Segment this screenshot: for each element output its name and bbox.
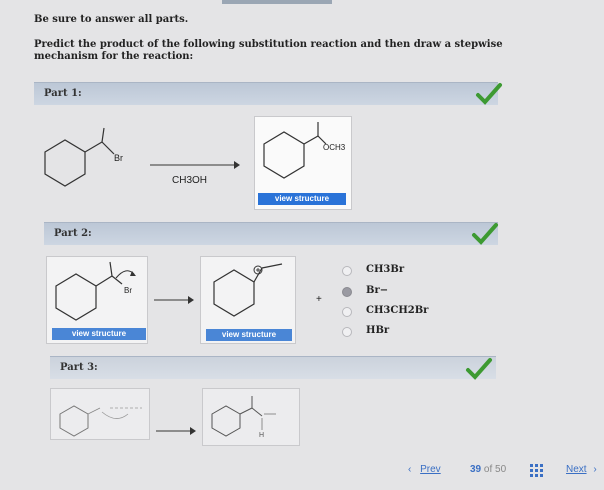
checkmark-icon bbox=[466, 358, 492, 380]
part1-reactant-br-label: Br bbox=[114, 153, 123, 163]
page-total: 50 bbox=[495, 464, 507, 475]
view-structure-button[interactable]: view structure bbox=[206, 329, 292, 341]
view-structure-button[interactable]: view structure bbox=[258, 193, 346, 205]
grid-icon[interactable] bbox=[530, 464, 544, 478]
chevron-right-icon: › bbox=[593, 464, 597, 475]
reaction-arrow bbox=[156, 427, 196, 435]
page-indicator: 39 of 50 bbox=[470, 464, 506, 475]
option-radio-br-minus[interactable] bbox=[342, 287, 352, 297]
part1-reagent-label: CH3OH bbox=[172, 175, 208, 186]
reaction-arrow bbox=[154, 296, 194, 304]
prev-button[interactable]: ‹ Prev bbox=[408, 464, 441, 475]
part3-header: Part 3: bbox=[50, 356, 496, 379]
option-label-br-minus: Br− bbox=[366, 285, 389, 296]
part2-left-structure bbox=[55, 261, 136, 321]
part3-h-label: H bbox=[259, 432, 265, 439]
part3-right-structure bbox=[211, 396, 276, 437]
part3-left-structure bbox=[59, 405, 142, 437]
part1-header: Part 1: bbox=[34, 82, 498, 105]
option-radio-hbr[interactable] bbox=[342, 327, 352, 337]
part1-title: Part 1: bbox=[44, 88, 82, 99]
part2-carbocation-structure bbox=[213, 263, 283, 317]
instruction-line-1: Be sure to answer all parts. bbox=[34, 14, 189, 25]
chevron-left-icon: ‹ bbox=[408, 464, 412, 475]
option-radio-ch3ch2br[interactable] bbox=[342, 307, 352, 317]
part2-title: Part 2: bbox=[54, 228, 92, 239]
checkmark-icon bbox=[476, 83, 502, 105]
part1-reactant-structure bbox=[44, 127, 115, 187]
page-current: 39 bbox=[470, 464, 482, 475]
option-radio-ch3br[interactable] bbox=[342, 266, 352, 276]
part2-left-br-label: Br bbox=[124, 286, 132, 295]
option-label-ch3br: CH3Br bbox=[366, 264, 405, 275]
page-of: of bbox=[483, 464, 493, 475]
window-top-tab bbox=[222, 0, 332, 4]
next-button[interactable]: Next › bbox=[566, 464, 597, 475]
option-label-ch3ch2br: CH3CH2Br bbox=[366, 305, 429, 316]
part1-product-structure bbox=[263, 122, 327, 179]
part1-product-och3-label: OCH3 bbox=[323, 143, 346, 152]
part3-title: Part 3: bbox=[60, 362, 98, 373]
part2-header: Part 2: bbox=[44, 222, 498, 245]
plus-sign: + bbox=[316, 294, 322, 305]
option-label-hbr: HBr bbox=[366, 325, 390, 336]
checkmark-icon bbox=[472, 223, 498, 245]
view-structure-button[interactable]: view structure bbox=[52, 328, 146, 340]
instruction-line-2: Predict the product of the following sub… bbox=[34, 39, 503, 62]
prev-label: Prev bbox=[420, 464, 441, 475]
next-label: Next bbox=[566, 464, 587, 475]
reaction-arrow bbox=[150, 161, 240, 169]
